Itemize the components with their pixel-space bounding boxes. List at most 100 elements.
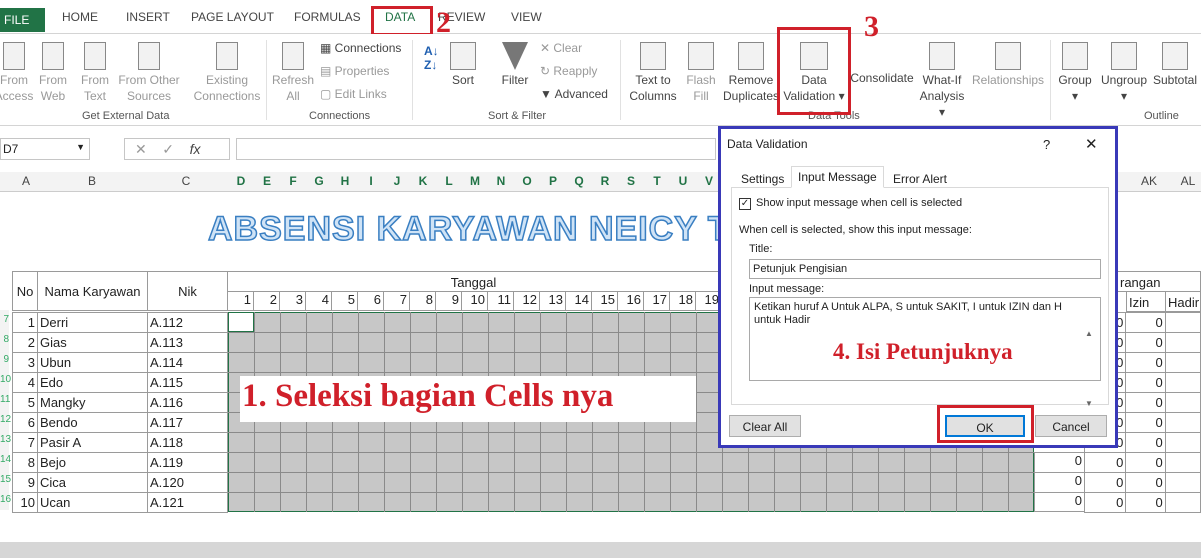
filter-button[interactable]: Filter [498, 42, 532, 88]
tab-error-alert[interactable]: Error Alert [887, 169, 953, 189]
remove-duplicates-button[interactable]: Remove Duplicates [722, 42, 780, 104]
cell-nik[interactable]: A.120 [147, 472, 228, 493]
cell-nama[interactable]: Cica [37, 472, 148, 493]
from-access-button[interactable]: FromAccess [0, 42, 34, 104]
cell-nik[interactable]: A.116 [147, 392, 228, 413]
cell-nama[interactable]: Bendo [37, 412, 148, 433]
cell-nama[interactable]: Mangky [37, 392, 148, 413]
cell-count[interactable]: 0 [1125, 372, 1166, 393]
cell-nik[interactable]: A.119 [147, 452, 228, 473]
cell-nik[interactable]: A.117 [147, 412, 228, 433]
cell-nama[interactable]: Ubun [37, 352, 148, 373]
cell-count[interactable]: 0 [1083, 492, 1127, 513]
column-header[interactable]: E [257, 174, 277, 188]
group-button[interactable]: Group ▾ [1054, 42, 1096, 104]
cell-nik[interactable]: A.121 [147, 492, 228, 513]
consolidate-button[interactable]: Consolidate [850, 70, 914, 86]
tab-file[interactable]: FILE [0, 8, 45, 32]
column-header[interactable]: K [413, 174, 433, 188]
title-input[interactable]: Petunjuk Pengisian [749, 259, 1101, 279]
column-header[interactable]: AL [1176, 174, 1200, 188]
cell-count[interactable]: 0 [1125, 492, 1166, 513]
advanced-filter-button[interactable]: ▼ Advanced [540, 87, 608, 101]
cell-count[interactable]: 0 [1083, 452, 1127, 473]
column-header[interactable]: J [387, 174, 407, 188]
cell-count[interactable]: 0 [1125, 312, 1166, 333]
tab-settings[interactable]: Settings [735, 169, 790, 189]
cell-nama[interactable]: Pasir A [37, 432, 148, 453]
cell-no[interactable]: 8 [12, 452, 38, 473]
cell-count[interactable]: 0 [1125, 352, 1166, 373]
cell-no[interactable]: 10 [12, 492, 38, 513]
flash-fill-button[interactable]: Flash Fill [684, 42, 718, 104]
help-icon[interactable]: ? [1043, 137, 1050, 152]
column-header[interactable]: R [595, 174, 615, 188]
column-header[interactable]: V [699, 174, 719, 188]
cell-count[interactable]: 0 [1125, 392, 1166, 413]
cell-nik[interactable]: A.113 [147, 332, 228, 353]
fx-icon[interactable]: fx [190, 141, 201, 157]
cell-count[interactable]: 0 [1125, 432, 1166, 453]
cell-count[interactable]: 0 [1034, 472, 1085, 492]
from-web-button[interactable]: From Web [36, 42, 70, 104]
cell-nama[interactable]: Gias [37, 332, 148, 353]
cell-count[interactable]: 0 [1125, 332, 1166, 353]
tab-view[interactable]: VIEW [511, 10, 542, 24]
what-if-analysis-button[interactable]: What-If Analysis ▾ [916, 42, 968, 120]
column-header[interactable]: C [176, 174, 196, 188]
cell-nama[interactable]: Edo [37, 372, 148, 393]
clear-all-button[interactable]: Clear All [729, 415, 801, 437]
close-icon[interactable]: ✕ [1085, 135, 1098, 153]
column-header[interactable]: F [283, 174, 303, 188]
refresh-all-button[interactable]: Refresh All [272, 42, 314, 104]
enter-icon[interactable]: ✓ [162, 141, 174, 157]
cell-nama[interactable]: Bejo [37, 452, 148, 473]
cell-no[interactable]: 9 [12, 472, 38, 493]
column-header[interactable]: L [439, 174, 459, 188]
formula-input[interactable] [236, 138, 716, 160]
column-header[interactable]: A [16, 174, 36, 188]
cell-nik[interactable]: A.115 [147, 372, 228, 393]
cell-count[interactable]: 0 [1125, 452, 1166, 473]
column-header[interactable]: B [82, 174, 102, 188]
cell-no[interactable]: 3 [12, 352, 38, 373]
active-cell[interactable] [228, 312, 254, 332]
cancel-button[interactable]: Cancel [1035, 415, 1107, 437]
sort-button[interactable]: Sort [446, 42, 480, 88]
column-header[interactable]: N [491, 174, 511, 188]
cell-no[interactable]: 2 [12, 332, 38, 353]
column-header[interactable]: S [621, 174, 641, 188]
tab-home[interactable]: HOME [62, 10, 98, 24]
text-to-columns-button[interactable]: Text to Columns [626, 42, 680, 104]
column-header[interactable]: AK [1137, 174, 1161, 188]
column-header[interactable]: T [647, 174, 667, 188]
column-header[interactable]: P [543, 174, 563, 188]
reapply-button[interactable]: ↻ Reapply [540, 64, 597, 78]
cell-nik[interactable]: A.118 [147, 432, 228, 453]
cell-nama[interactable]: Ucan [37, 492, 148, 513]
cell-count[interactable]: 0 [1034, 452, 1085, 472]
cell-no[interactable]: 7 [12, 432, 38, 453]
cell-count[interactable]: 0 [1125, 472, 1166, 493]
relationships-button[interactable]: Relationships [972, 42, 1044, 88]
existing-connections-button[interactable]: Existing Connections [192, 42, 262, 104]
cell-nik[interactable]: A.112 [147, 312, 228, 333]
cancel-icon[interactable]: ✕ [135, 141, 147, 157]
ungroup-button[interactable]: Ungroup ▾ [1098, 42, 1150, 104]
column-header[interactable]: M [465, 174, 485, 188]
cell-no[interactable]: 4 [12, 372, 38, 393]
cell-nik[interactable]: A.114 [147, 352, 228, 373]
cell-no[interactable]: 1 [12, 312, 38, 333]
tab-input-message[interactable]: Input Message [791, 166, 884, 188]
cell-count[interactable]: 0 [1034, 492, 1085, 512]
column-header[interactable]: D [231, 174, 251, 188]
column-header[interactable]: U [673, 174, 693, 188]
clear-filter-button[interactable]: ✕ Clear [540, 41, 582, 55]
show-message-checkbox[interactable]: ✓ [739, 198, 751, 210]
name-box[interactable]: D7 ▼ [0, 138, 90, 160]
connections-button[interactable]: ▦ Connections [320, 41, 401, 55]
cell-count[interactable]: 0 [1083, 472, 1127, 493]
from-other-sources-button[interactable]: From Other Sources [116, 42, 182, 104]
column-header[interactable]: G [309, 174, 329, 188]
cell-no[interactable]: 5 [12, 392, 38, 413]
